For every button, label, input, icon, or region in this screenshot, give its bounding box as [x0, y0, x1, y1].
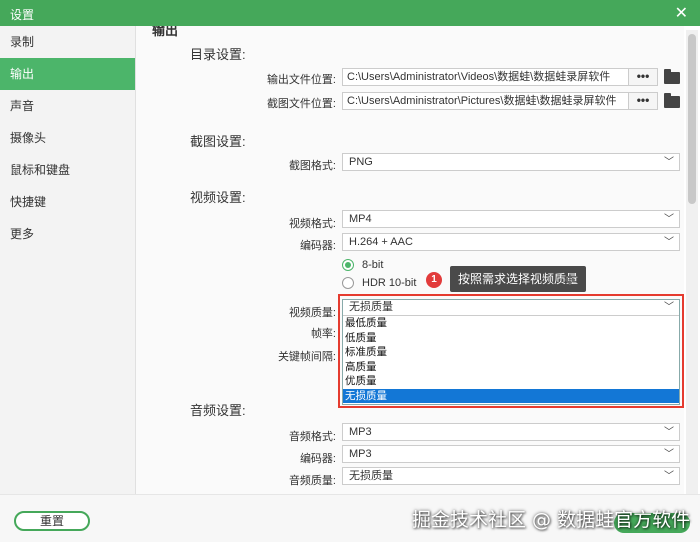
section-header-output: 输出 [152, 26, 179, 38]
screenshot-path-field[interactable]: C:\Users\Administrator\Pictures\数据蛙\数据蛙录… [342, 92, 630, 110]
framerate-label: 帧率: [310, 328, 336, 340]
audio-encoder-label: 编码器: [299, 453, 336, 465]
video-format-select[interactable]: MP4 ﹀ [342, 210, 680, 228]
hdr-10bit-radio[interactable] [342, 277, 354, 289]
keyframe-interval-label: 关键帧间隔: [277, 351, 336, 363]
chevron-down-icon: ﹀ [664, 237, 674, 248]
sidebar-item-output[interactable]: 输出 [0, 58, 135, 90]
move-cursor-icon: ✥ [564, 272, 576, 288]
watermark-text: 掘金技术社区 @ 数据蛙官方软件 [412, 509, 691, 531]
audio-format-value: MP3 [349, 426, 372, 438]
sidebar-item-more[interactable]: 更多 [0, 218, 135, 250]
screenshot-settings-title: 截图设置: [190, 134, 246, 149]
video-settings-title: 视频设置: [190, 190, 246, 205]
audio-quality-label: 音频质量: [288, 475, 336, 487]
sidebar-item-hotkeys[interactable]: 快捷键 [0, 186, 135, 218]
bit-8-label: 8-bit [362, 259, 384, 271]
screenshot-format-label: 截图格式: [288, 160, 336, 172]
scrollbar-thumb[interactable] [688, 34, 696, 204]
scrollbar[interactable] [686, 30, 698, 494]
output-path-field[interactable]: C:\Users\Administrator\Videos\数据蛙\数据蛙录屏软… [342, 68, 630, 86]
sidebar-item-camera[interactable]: 摄像头 [0, 122, 135, 154]
sidebar-item-mouse-keyboard[interactable]: 鼠标和键盘 [0, 154, 135, 186]
audio-encoder-select[interactable]: MP3 ﹀ [342, 445, 680, 463]
sidebar-item-record[interactable]: 录制 [0, 26, 135, 58]
video-encoder-label: 编码器: [299, 240, 336, 252]
video-format-label: 视频格式: [288, 218, 336, 230]
screenshot-format-value: PNG [349, 156, 373, 168]
directory-settings-title: 目录设置: [190, 47, 246, 62]
reset-button[interactable]: 重置 [14, 511, 90, 531]
window-title: 设置 [10, 8, 35, 22]
chevron-down-icon: ﹀ [664, 214, 674, 225]
settings-content: 输出 目录设置: 输出文件位置: C:\Users\Administrator\… [136, 26, 684, 494]
chevron-down-icon: ﹀ [664, 471, 674, 482]
chevron-down-icon: ﹀ [664, 157, 674, 168]
video-quality-label: 视频质量: [288, 307, 336, 319]
audio-format-select[interactable]: MP3 ﹀ [342, 423, 680, 441]
audio-quality-select[interactable]: 无损质量 ﹀ [342, 467, 680, 485]
screenshot-location-label: 截图文件位置: [266, 98, 336, 110]
chevron-down-icon: ﹀ [664, 427, 674, 438]
audio-settings-title: 音频设置: [190, 403, 246, 418]
output-location-label: 输出文件位置: [266, 74, 336, 86]
step-badge: 1 [426, 272, 442, 288]
video-encoder-value: H.264 + AAC [349, 236, 413, 248]
hdr-10bit-label: HDR 10-bit [362, 277, 417, 289]
output-browse-button[interactable]: ••• [628, 68, 658, 86]
screenshot-browse-button[interactable]: ••• [628, 92, 658, 110]
close-icon[interactable]: ✕ [675, 3, 688, 23]
audio-quality-value: 无损质量 [349, 470, 393, 482]
audio-encoder-value: MP3 [349, 448, 372, 460]
sidebar-item-sound[interactable]: 声音 [0, 90, 135, 122]
chevron-down-icon: ﹀ [664, 449, 674, 460]
bottom-bar: 重置 掘金技术社区 @ 数据蛙官方软件 [0, 494, 700, 542]
output-folder-icon[interactable] [664, 69, 680, 84]
video-encoder-select[interactable]: H.264 + AAC ﹀ [342, 233, 680, 251]
screenshot-format-select[interactable]: PNG ﹀ [342, 153, 680, 171]
title-bar: 设置 ✕ [0, 0, 700, 26]
video-format-value: MP4 [349, 213, 372, 225]
bit-8-radio[interactable] [342, 259, 354, 271]
quality-highlight-frame [338, 294, 684, 408]
sidebar: 录制 输出 声音 摄像头 鼠标和键盘 快捷键 更多 [0, 26, 136, 494]
audio-format-label: 音频格式: [288, 431, 336, 443]
screenshot-folder-icon[interactable] [664, 93, 680, 108]
